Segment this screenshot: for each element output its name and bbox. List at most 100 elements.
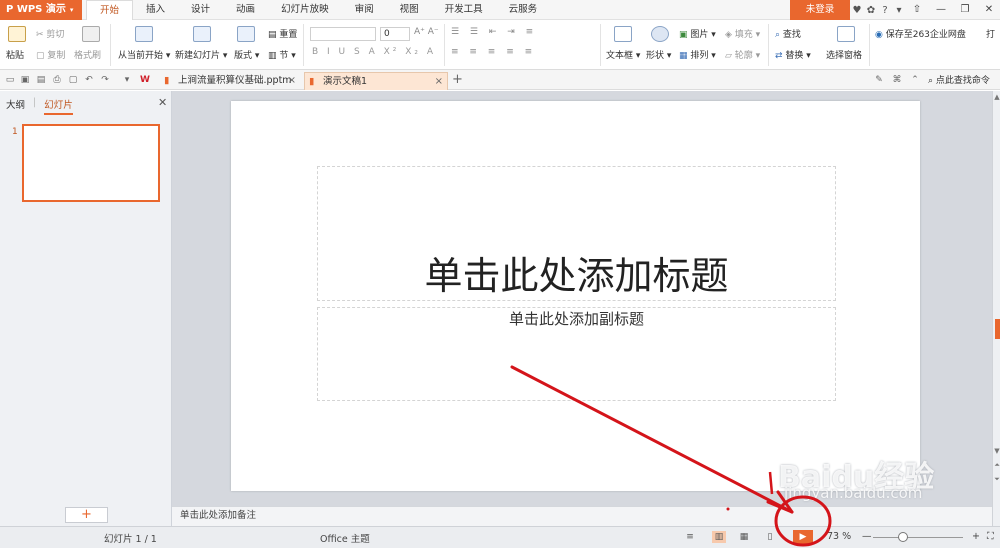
paste-icon[interactable] [8,26,26,42]
tab-design[interactable]: 设计 [178,0,223,20]
expand-icon[interactable]: ⌃ [910,75,920,85]
overflow-button[interactable]: 打 [986,27,995,40]
tab-insert[interactable]: 插入 [133,0,178,20]
section-button[interactable]: ▥ 节 ▾ [268,48,296,61]
close-icon[interactable]: × [435,73,443,91]
chevron-down-icon[interactable]: ▾ [894,5,904,16]
export-pdf-icon[interactable]: ▤ [36,75,46,85]
tab-animation[interactable]: 动画 [223,0,268,20]
save-cloud-button[interactable]: ◉ 保存至263企业网盘 [875,27,966,40]
scroll-down-icon[interactable]: ▼ [993,447,1000,455]
tab-slides[interactable]: 幻灯片 [44,97,73,115]
notes-area[interactable]: 单击此处添加备注 [172,506,992,526]
cut-button[interactable]: ✂ 剪切 [36,27,64,40]
play-icon: ▶ [799,532,807,542]
slide-editor: 单击此处添加标题 单击此处添加副标题 [172,91,992,506]
copy-button[interactable]: ▢ 复制 [36,48,65,61]
scroll-up-icon[interactable]: ▲ [993,93,1000,101]
subtitle-placeholder[interactable]: 单击此处添加副标题 [317,307,836,401]
tab-separator: | [33,97,37,108]
layout-button[interactable]: 版式 ▾ [234,48,259,61]
shape-button[interactable]: 形状 ▾ [646,48,671,61]
align-buttons[interactable]: ≡ ≡ ≡ ≡ ≡ [451,47,536,57]
paste-button[interactable]: 粘贴 [6,48,24,61]
minimize-icon[interactable]: — [929,0,953,20]
title-placeholder[interactable]: 单击此处添加标题 [317,166,836,301]
close-icon[interactable]: ✕ [158,96,167,109]
selection-pane-button[interactable]: 选择窗格 [826,48,862,61]
format-painter-button[interactable]: 格式刷 [74,48,101,61]
list-buttons[interactable]: ☰ ☰ ⇤ ⇥ ≡ [451,27,537,37]
zoom-in-icon[interactable]: + [972,531,980,542]
title-bar: P WPS 演示 ▾ 开始 插入 设计 动画 幻灯片放映 审阅 视图 开发工具 云… [0,0,1000,20]
document-tab-active[interactable]: ▮ 演示文稿1 × [304,72,448,90]
font-style-buttons[interactable]: B I U S A X² X₂ A [312,47,436,57]
maximize-icon[interactable]: ❐ [953,0,977,20]
tab-home[interactable]: 开始 [86,0,134,20]
outline-icon: ▱ [725,51,735,61]
restore-ribbon-icon[interactable]: ⇧ [905,0,929,20]
app-menu-button[interactable]: P WPS 演示 ▾ [0,0,82,20]
slide-thumbnail[interactable] [22,124,160,202]
print-icon[interactable]: ⎙ [52,75,62,85]
vertical-scrollbar[interactable]: ▲ ▼ ⏶ ⏷ [992,91,1000,526]
slide-canvas[interactable]: 单击此处添加标题 单击此处添加副标题 [231,101,920,491]
ribbon-divider [444,24,445,66]
undo-icon[interactable]: ↶ [84,75,94,85]
textbox-icon [614,26,632,42]
quick-access-bar: ▭ ▣ ▤ ⎙ ▢ ↶ ↷ ▾ W ▮ 上涧流量积算仪基础.pptm × ▮ 演… [0,70,1000,90]
reset-button[interactable]: ▤ 重置 [268,27,297,40]
add-slide-button[interactable]: + [65,507,108,523]
fill-button[interactable]: ◈ 填充 ▾ [725,27,760,40]
reading-view-icon[interactable]: ▯ [763,531,777,543]
font-name-combo[interactable] [310,27,376,41]
normal-view-icon[interactable]: ▥ [712,531,726,543]
help-icon[interactable]: ? [880,5,890,16]
replace-button[interactable]: ⇄ 替换 ▾ [775,48,811,61]
tools-icon[interactable]: ✎ [874,75,884,85]
redo-icon[interactable]: ↷ [100,75,110,85]
tab-slideshow[interactable]: 幻灯片放映 [268,0,342,20]
tab-outline[interactable]: 大纲 [6,97,25,115]
close-icon[interactable]: × [288,72,296,90]
fill-icon: ◈ [725,30,735,40]
find-command-box[interactable]: ⌕ 点此查找命令 [928,73,990,86]
outline-button[interactable]: ▱ 轮廓 ▾ [725,48,760,61]
new-slide-button[interactable]: 新建幻灯片 ▾ [175,48,227,61]
section-label: 节 [279,51,289,61]
preview-icon[interactable]: ▢ [68,75,78,85]
close-icon[interactable]: ✕ [977,0,1000,20]
login-button[interactable]: 未登录 [790,0,850,20]
document-tab[interactable]: ▮ 上涧流量积算仪基础.pptm × [160,72,300,90]
picture-button[interactable]: ▣ 图片 ▾ [679,27,716,40]
prev-slide-icon[interactable]: ⏶ [993,461,1000,470]
grow-font-icon[interactable]: A⁺ A⁻ [414,27,439,37]
tab-cloud[interactable]: 云服务 [496,0,551,20]
slideshow-play-button[interactable]: ▶ [793,530,813,545]
tab-developer[interactable]: 开发工具 [432,0,496,20]
notes-toggle-icon[interactable]: ≡ [683,531,697,543]
text-box-button[interactable]: 文本框 ▾ [606,48,640,61]
new-tab-icon[interactable]: + [452,73,463,86]
arrange-button[interactable]: ▦ 排列 ▾ [679,48,716,61]
customize-icon[interactable]: ▾ [122,75,132,85]
from-current-button[interactable]: 从当前开始 ▾ [118,48,170,61]
sorter-view-icon[interactable]: ▦ [737,531,751,543]
scroll-thumb[interactable] [995,319,1000,339]
tab-review[interactable]: 审阅 [342,0,387,20]
share-icon[interactable]: ⌘ [892,75,902,85]
tab-view[interactable]: 视图 [387,0,432,20]
settings-icon[interactable]: ✿ [866,5,876,16]
save-icon[interactable]: ▣ [20,75,30,85]
find-button[interactable]: ⌕ 查找 [775,27,801,40]
fit-window-icon[interactable]: ⛶ [987,531,994,542]
font-size-combo[interactable]: 0 [380,27,410,41]
skin-icon[interactable]: ♥ [852,5,862,16]
next-slide-icon[interactable]: ⏷ [993,475,1000,484]
search-icon: ⌕ [928,76,936,86]
zoom-out-icon[interactable]: — [862,531,872,542]
zoom-slider-thumb[interactable] [897,532,908,542]
zoom-slider[interactable] [873,537,963,538]
open-icon[interactable]: ▭ [5,75,15,85]
slide-title: 单击此处添加标题 [424,254,729,298]
